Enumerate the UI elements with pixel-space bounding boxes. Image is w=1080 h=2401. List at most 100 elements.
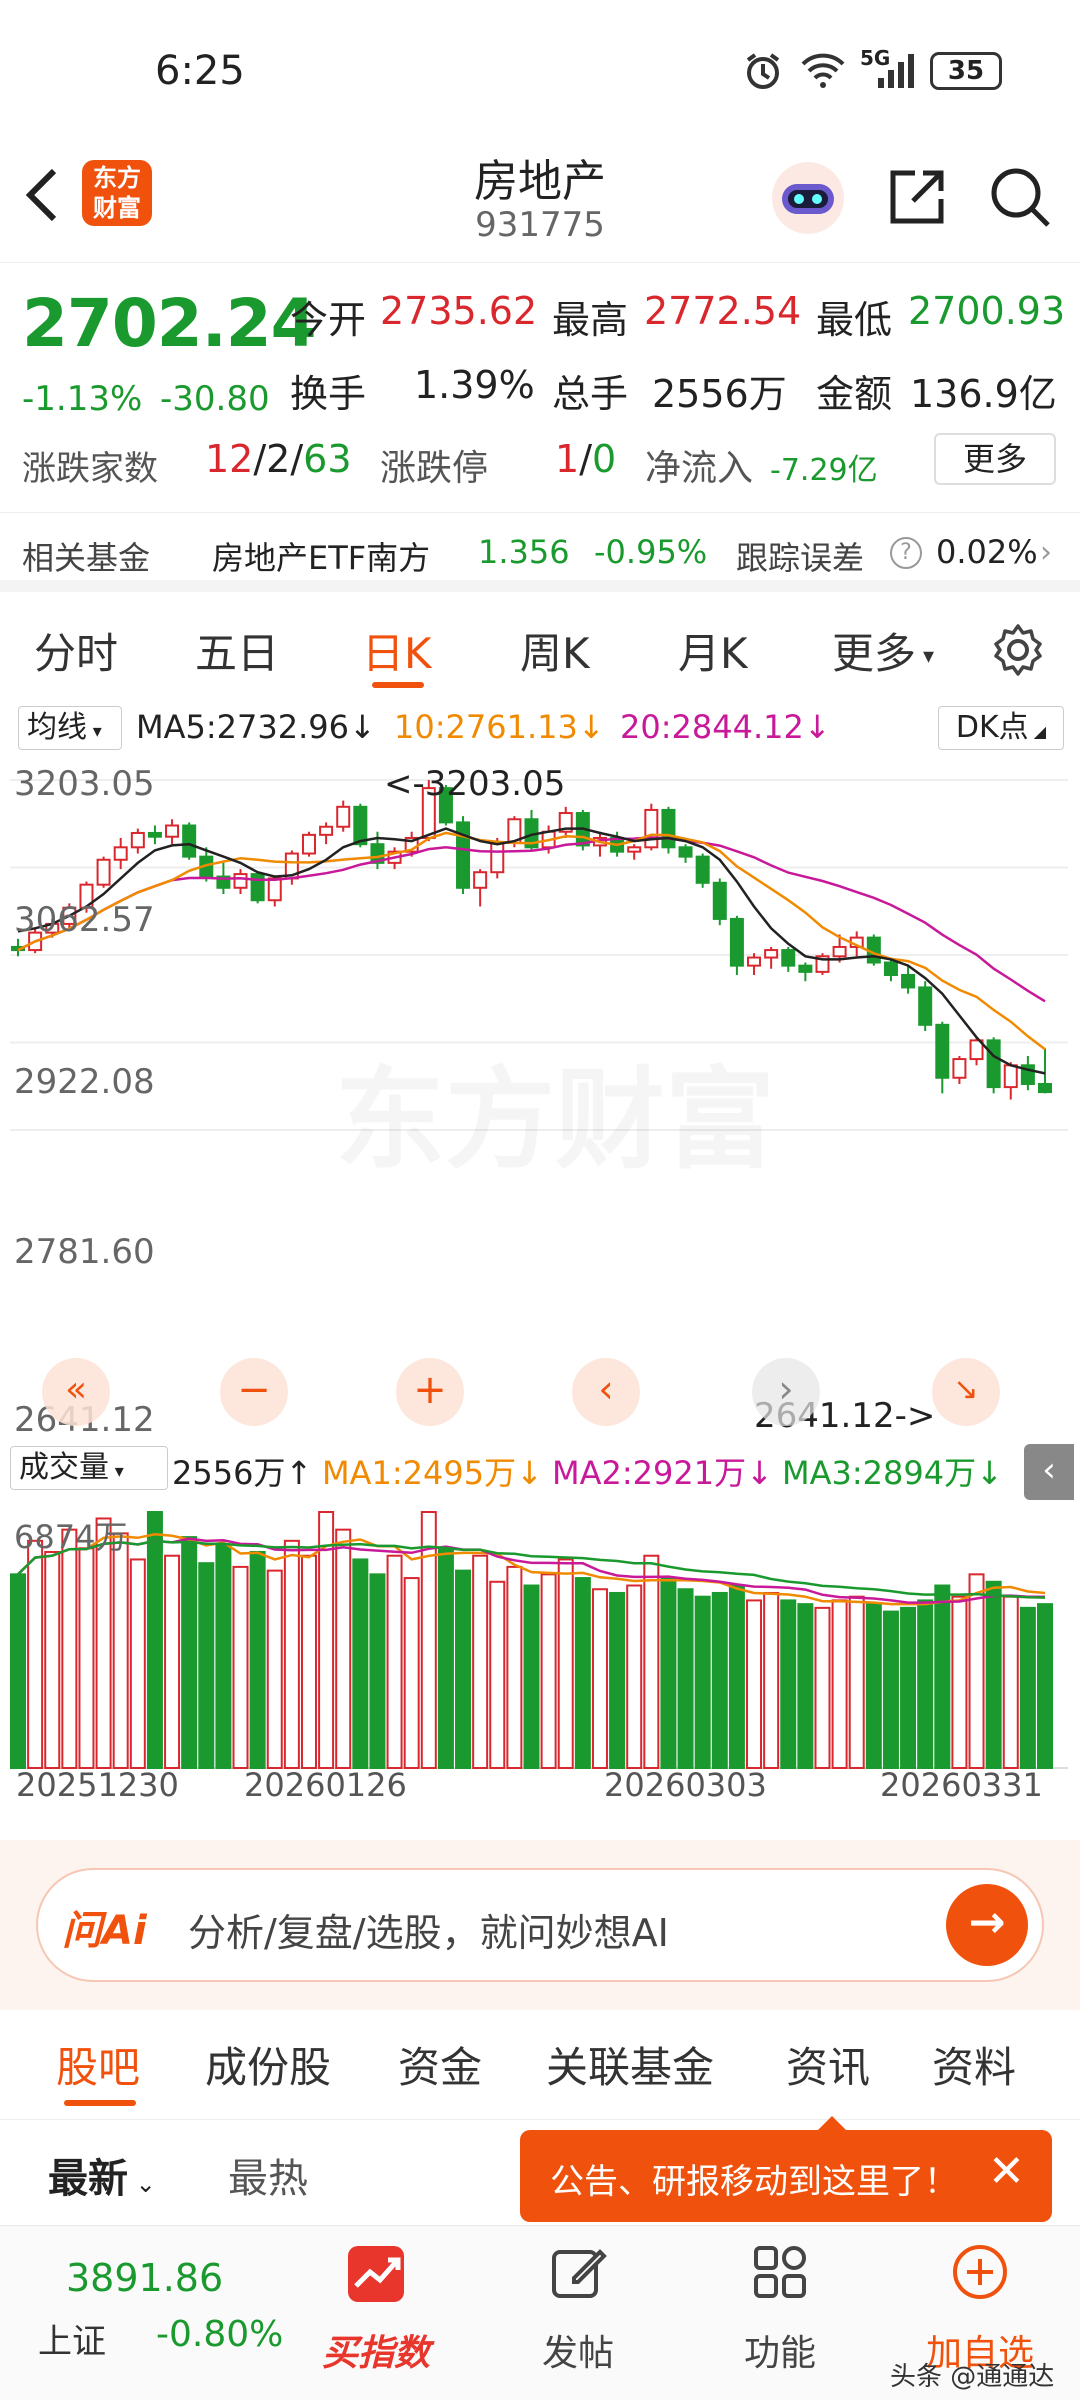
tab-profile[interactable]: 资料	[932, 2034, 1016, 2095]
eastmoney-logo: 东方 财富	[82, 160, 152, 226]
volume-bar	[591, 1588, 608, 1769]
volume-bar	[283, 1539, 300, 1770]
nav-functions[interactable]: 功能	[700, 2226, 860, 2401]
date-label: 20260303	[604, 1766, 767, 1804]
candle-body	[267, 877, 282, 902]
change-value: -30.80	[160, 379, 270, 419]
tab-latest[interactable]: 最新 ⌄	[48, 2146, 156, 2204]
dk-point-button[interactable]: DK点 ◢	[938, 706, 1064, 750]
ma10-readout: 10:2761.13↓	[394, 708, 605, 746]
ma-selector[interactable]: 均线 ▾	[18, 706, 122, 750]
volume-bar	[626, 1584, 643, 1769]
tracking-label: 跟踪误差	[736, 539, 865, 577]
tab-monthly-k[interactable]: 月K	[678, 620, 748, 681]
kline-chart[interactable]: 均线 ▾ MA5:2732.96↓ 10:2761.13↓ 20:2844.12…	[0, 700, 1080, 1840]
ai-robot-icon[interactable]	[768, 158, 848, 242]
volume-label: 总手	[552, 372, 629, 416]
low-label: 最低	[816, 298, 893, 342]
nav-post[interactable]: 发帖	[498, 2226, 658, 2401]
tab-capital[interactable]: 资金	[398, 2034, 482, 2095]
volume-bar	[746, 1599, 763, 1769]
last-price: 2702.24	[22, 285, 317, 362]
wifi-icon	[800, 52, 846, 94]
ask-ai-box[interactable]: 问Ai 分析/复盘/选股，就问妙想AI →	[36, 1868, 1044, 1982]
price-axis-label: 3062.57	[14, 900, 155, 940]
limit-label: 涨跌停	[380, 448, 489, 489]
tab-weekly-k[interactable]: 周K	[520, 620, 590, 681]
tab-constituents[interactable]: 成份股	[205, 2034, 331, 2095]
related-fund-row[interactable]: 相关基金 房地产ETF南方 1.356 -0.95% 跟踪误差 ? 0.02% …	[0, 512, 1080, 592]
volume-selector[interactable]: 成交量 ▾	[10, 1446, 168, 1490]
scroll-left-button[interactable]: ‹	[572, 1358, 640, 1426]
volume-bar	[917, 1599, 934, 1769]
tab-stock-bar[interactable]: 股吧	[56, 2034, 140, 2095]
volume-bar	[455, 1569, 472, 1769]
volume-bar	[232, 1565, 249, 1770]
price-axis-label: 2922.08	[14, 1062, 155, 1102]
volume-bar	[934, 1584, 951, 1769]
back-icon[interactable]	[22, 165, 62, 229]
nav-buy-index[interactable]: 买指数	[296, 2226, 456, 2401]
zoom-in-button[interactable]: +	[396, 1358, 464, 1426]
candle-body	[165, 824, 180, 838]
candle-body	[627, 846, 642, 853]
tab-intraday[interactable]: 分时	[34, 620, 118, 681]
volume-bar	[300, 1554, 317, 1770]
tab-daily-k[interactable]: 日K	[362, 620, 432, 681]
collapse-panel-button[interactable]: ‹	[1024, 1444, 1074, 1500]
caret-down-icon: ▾	[916, 644, 935, 669]
battery-level: 35	[947, 56, 985, 86]
volume-bar	[352, 1558, 369, 1769]
volume-bar	[472, 1554, 489, 1770]
candle-body	[901, 973, 916, 989]
candle-body	[832, 945, 847, 958]
tab-more[interactable]: 更多 ▾	[832, 620, 934, 681]
amount-label: 金额	[816, 372, 893, 416]
netflow-label: 净流入	[645, 448, 754, 489]
help-icon[interactable]: ?	[890, 537, 922, 569]
sh-index-price: 3891.86	[66, 2256, 224, 2300]
candle-body	[96, 858, 111, 886]
zoom-out-button[interactable]: −	[220, 1358, 288, 1426]
price-axis-label: 3203.05	[14, 764, 155, 804]
scroll-right-button[interactable]: ›	[752, 1358, 820, 1426]
volume-bar	[164, 1554, 181, 1770]
volume-bar	[951, 1595, 968, 1770]
share-icon[interactable]	[885, 165, 949, 233]
scroll-to-end-button[interactable]: ↘	[932, 1358, 1000, 1426]
volume-bar	[797, 1603, 814, 1769]
ask-ai-send-button[interactable]: →	[946, 1884, 1028, 1966]
volume-bar	[711, 1591, 728, 1769]
close-icon[interactable]: ✕	[988, 2146, 1025, 2197]
active-content-tab-indicator	[64, 2100, 136, 2106]
candle-body	[712, 881, 727, 920]
scroll-to-start-button[interactable]: «	[42, 1358, 110, 1426]
candle-body	[250, 873, 265, 902]
volume-bar	[335, 1528, 352, 1769]
high-label: 最高	[552, 298, 629, 342]
open-value: 2735.62	[380, 289, 538, 333]
more-button[interactable]: 更多	[934, 433, 1056, 485]
tab-related-funds[interactable]: 关联基金	[546, 2034, 714, 2095]
candle-body	[986, 1039, 1001, 1089]
search-icon[interactable]	[988, 165, 1052, 233]
period-tabs: 分时 五日 日K 周K 月K 更多 ▾	[0, 600, 1080, 700]
tracking-value: 0.02%	[936, 533, 1038, 571]
breadth-values: 12/2/63	[205, 437, 352, 481]
settings-gear-icon[interactable]	[990, 622, 1046, 682]
tab-news[interactable]: 资讯	[786, 2034, 870, 2095]
tab-five-day[interactable]: 五日	[195, 620, 279, 681]
header: 东方 财富 房地产 931775	[0, 140, 1080, 260]
tab-hottest[interactable]: 最热	[228, 2146, 308, 2204]
caret-down-icon: ▾	[87, 721, 102, 742]
volume-bar	[968, 1573, 985, 1769]
turnover-value: 1.39%	[414, 363, 535, 407]
date-label: 20260126	[244, 1766, 407, 1804]
tooltip-arrow	[816, 2116, 848, 2132]
candle-body	[781, 949, 796, 967]
volume-bar	[900, 1606, 917, 1770]
volume-bar	[660, 1577, 677, 1769]
volume-chart-svg[interactable]	[0, 1506, 1080, 1776]
volume-bar	[369, 1573, 386, 1769]
ask-ai-logo: 问Ai	[62, 1908, 147, 1954]
